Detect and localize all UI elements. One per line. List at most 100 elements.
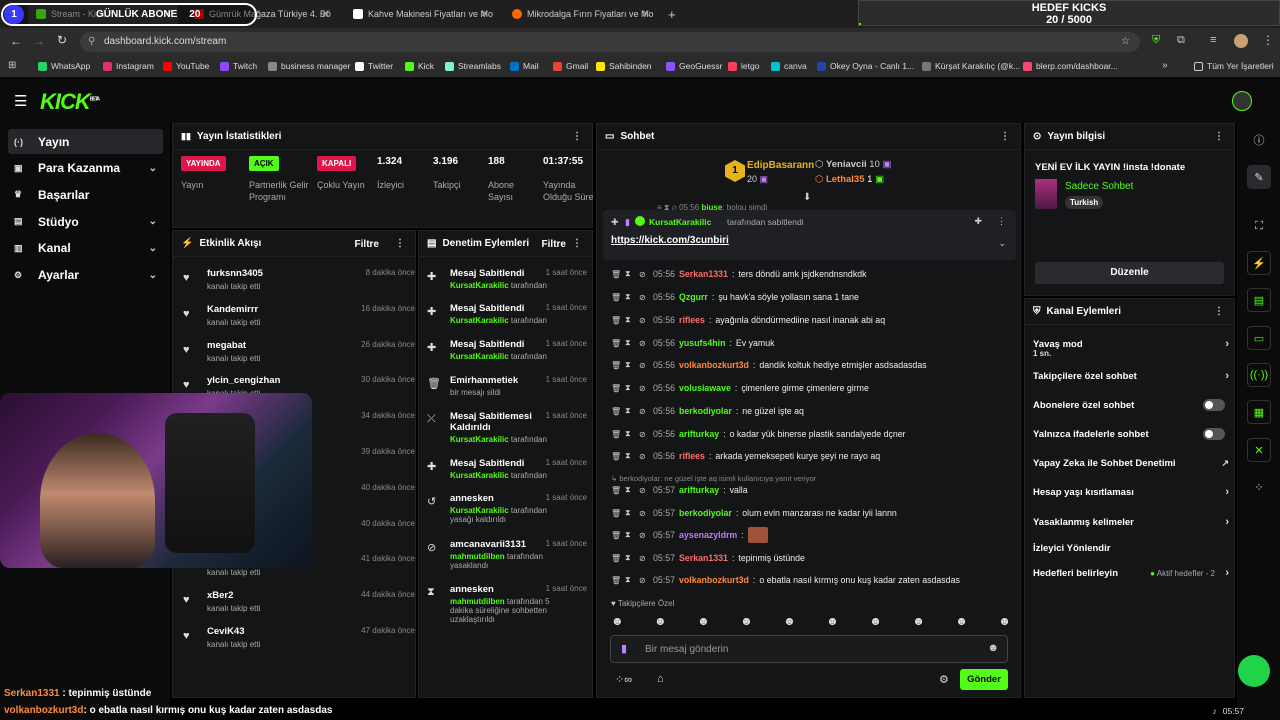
activity-user[interactable]: megabat — [207, 340, 246, 351]
more-options-icon[interactable]: ⋮ — [1000, 131, 1010, 142]
chat-message[interactable]: 🗑 ⧗ ⊘ 05:56 arifturkay: o kadar yük binerse p… — [611, 427, 1011, 441]
message-user[interactable]: Serkan1331 — [679, 553, 728, 563]
kick-logo[interactable]: KICKBETA — [40, 89, 100, 115]
emote-icon[interactable]: ☻ — [998, 614, 1011, 630]
chat-message[interactable]: 🗑 ⧗ ⊘ 05:57 arifturkay: valla — [611, 483, 1011, 497]
bookmark-item[interactable]: Kick — [405, 61, 434, 71]
emote-icon[interactable]: ☻ — [697, 614, 710, 630]
chat-message[interactable]: 🗑 ⧗ ⊘ 05:57 Serkan1331: tepinmiş üstünde — [611, 551, 1011, 565]
reload-icon[interactable]: ↻ — [57, 33, 67, 47]
chat-message[interactable]: 🗑 ⧗ ⊘ 05:56 riflees: ayağınla döndürmediine n… — [611, 313, 1011, 327]
chat-message[interactable]: 🗑 ⧗ ⊘ 05:56 Serkan1331: ters döndü amk jsjdke… — [611, 267, 1011, 281]
emote-icon[interactable]: ☻ — [955, 614, 968, 630]
toggle-switch[interactable] — [1203, 428, 1225, 440]
tools-icon[interactable]: ⁘∞ — [615, 673, 632, 686]
chat-message[interactable]: 🗑 ⧗ ⊘ 05:56 volusiawave: çimenlere girme çime… — [611, 381, 1011, 395]
close-icon[interactable]: ✕ — [481, 9, 489, 20]
channel-action-item[interactable]: Abonelere özel sohbet — [1033, 396, 1229, 414]
timeout-icon[interactable]: ⧗ — [625, 530, 635, 540]
ban-icon[interactable]: ⊘ — [639, 339, 649, 348]
delete-icon[interactable]: 🗑 — [611, 339, 621, 348]
back-icon[interactable]: ← — [10, 34, 22, 48]
floating-action-button[interactable] — [1238, 655, 1270, 687]
more-options-icon[interactable]: ⋮ — [1214, 131, 1224, 142]
tab-kahve[interactable]: Kahve Makinesi Fiyatları ve Mo ✕ — [345, 3, 495, 25]
all-bookmarks-folder[interactable]: Tüm Yer İşaretleri — [1194, 61, 1274, 71]
timeout-icon[interactable]: ⧗ — [625, 451, 635, 461]
sidebar-item-4[interactable]: ▥ Kanal ⌄ — [8, 236, 163, 261]
timeout-icon[interactable]: ⧗ — [625, 338, 635, 348]
sidebar-item-3[interactable]: ▤ Stüdyo ⌄ — [8, 209, 163, 234]
emote-icon[interactable]: ☻ — [869, 614, 882, 630]
delete-icon[interactable]: 🗑 — [611, 576, 621, 585]
activity-item[interactable]: ♥ Kandemirrr kanalı takip etti 16 dakika ön… — [183, 304, 415, 338]
forward-icon[interactable]: → — [33, 34, 45, 48]
bookmark-item[interactable]: YouTube — [163, 61, 209, 71]
ban-icon[interactable]: ⊘ — [639, 384, 649, 393]
stream-category[interactable]: Sadece Sohbet — [1065, 181, 1133, 192]
bookmark-item[interactable]: canva — [771, 61, 807, 71]
more-bookmarks-icon[interactable]: » — [1162, 60, 1168, 71]
timeout-icon[interactable]: ⧗ — [625, 269, 635, 279]
channel-action-item[interactable]: Yavaş mod 1 sn. › — [1033, 335, 1229, 358]
timeout-icon[interactable]: ⧗ — [625, 485, 635, 495]
chat-message[interactable]: 🗑 ⧗ ⊘ 05:56 berkodiyolar: ne güzel işte aq — [611, 404, 1011, 418]
activity-user[interactable]: xBer2 — [207, 590, 233, 601]
fullscreen-icon[interactable]: ⛶ — [1247, 214, 1271, 238]
timeout-icon[interactable]: ⧗ — [625, 429, 635, 439]
message-user[interactable]: arifturkay — [679, 429, 719, 439]
ban-icon[interactable]: ⊘ — [639, 452, 649, 461]
channel-action-item[interactable]: Takipçilere özel sohbet › — [1033, 367, 1229, 385]
channel-action-item[interactable]: İzleyici Yönlendir — [1033, 539, 1229, 557]
activity-item[interactable]: ♥ megabat kanalı takip etti 26 dakika önce — [183, 340, 415, 374]
bookmark-item[interactable]: Okey Oyna - Canlı 1... — [817, 61, 914, 71]
timeout-icon[interactable]: ⧗ — [625, 383, 635, 393]
emote-icon[interactable]: ☻ — [912, 614, 925, 630]
apps-grid-icon[interactable]: ⊞ — [8, 60, 16, 71]
delete-icon[interactable]: 🗑 — [611, 316, 621, 325]
sidebar-item-1[interactable]: ▣ Para Kazanma ⌄ — [8, 156, 163, 181]
message-user[interactable]: riflees — [679, 451, 705, 461]
pinned-more-icon[interactable]: ⋮ — [997, 216, 1006, 227]
sidebar-item-2[interactable]: ♛ Başarılar — [8, 182, 163, 207]
channel-action-item[interactable]: Yapay Zeka ile Sohbet Denetimi ↗ — [1033, 454, 1229, 472]
bookmark-item[interactable]: Streamlabs — [445, 61, 501, 71]
delete-icon[interactable]: 🗑 — [611, 452, 621, 461]
timeout-icon[interactable]: ⧗ — [625, 292, 635, 302]
browser-menu-icon[interactable]: ⋮ — [1262, 33, 1274, 47]
ban-icon[interactable]: ⊘ — [639, 430, 649, 439]
bookmark-item[interactable]: Sahibinden — [596, 61, 652, 71]
extensions-icon[interactable]: ⧉ — [1177, 34, 1185, 47]
emote-icon[interactable]: ☻ — [783, 614, 796, 630]
chat-message[interactable]: 🗑 ⧗ ⊘ 05:57 aysenazyldrm: — [611, 527, 1011, 543]
quick-action-icon[interactable]: ⚡ — [1247, 251, 1271, 275]
bookmark-item[interactable]: WhatsApp — [38, 61, 90, 71]
ban-icon[interactable]: ⊘ — [639, 293, 649, 302]
activity-user[interactable]: Kandemirrr — [207, 304, 258, 315]
site-info-icon[interactable]: ⚲ — [88, 32, 95, 52]
bookmark-item[interactable]: Mail — [510, 61, 539, 71]
address-bar[interactable]: ⚲ dashboard.kick.com/stream ☆ — [80, 32, 1140, 52]
delete-icon[interactable]: 🗑 — [611, 554, 621, 563]
message-user[interactable]: aysenazyldrm — [679, 530, 737, 540]
expand-leaderboard-icon[interactable]: ⬇ — [803, 192, 811, 203]
sidebar-item-0[interactable]: (·) Yayın — [8, 129, 163, 154]
message-user[interactable]: yusufs4hin — [679, 338, 725, 348]
activity-user[interactable]: CeviK43 — [207, 626, 245, 637]
channel-action-item[interactable]: Hesap yaşı kısıtlaması › — [1033, 483, 1229, 501]
pinned-message[interactable]: ✚ ▮ KursatKarakilic tarafından sabitlend… — [603, 210, 1016, 260]
bookmark-item[interactable]: Twitter — [355, 61, 393, 71]
message-user[interactable]: Qzgurr — [679, 292, 708, 302]
delete-icon[interactable]: 🗑 — [611, 509, 621, 518]
message-user[interactable]: Serkan1331 — [679, 269, 728, 279]
bookmark-item[interactable]: Gmail — [553, 61, 588, 71]
filter-button[interactable]: Filtre — [355, 239, 379, 250]
send-button[interactable]: Gönder — [960, 669, 1008, 690]
activity-user[interactable]: furksnn3405 — [207, 268, 263, 279]
timeout-icon[interactable]: ⧗ — [625, 360, 635, 370]
gifter-3[interactable]: ⬡ Lethal35 1 ▣ — [815, 174, 884, 185]
chat-input[interactable]: ▮ Bir mesaj gönderin ☻ — [610, 635, 1008, 663]
media-icon[interactable]: ≡ — [1210, 34, 1216, 46]
tab-mikrodalga[interactable]: Mikrodalga Fırın Fiyatları ve Mo ✕ — [504, 3, 656, 25]
timeout-icon[interactable]: ⧗ — [625, 315, 635, 325]
